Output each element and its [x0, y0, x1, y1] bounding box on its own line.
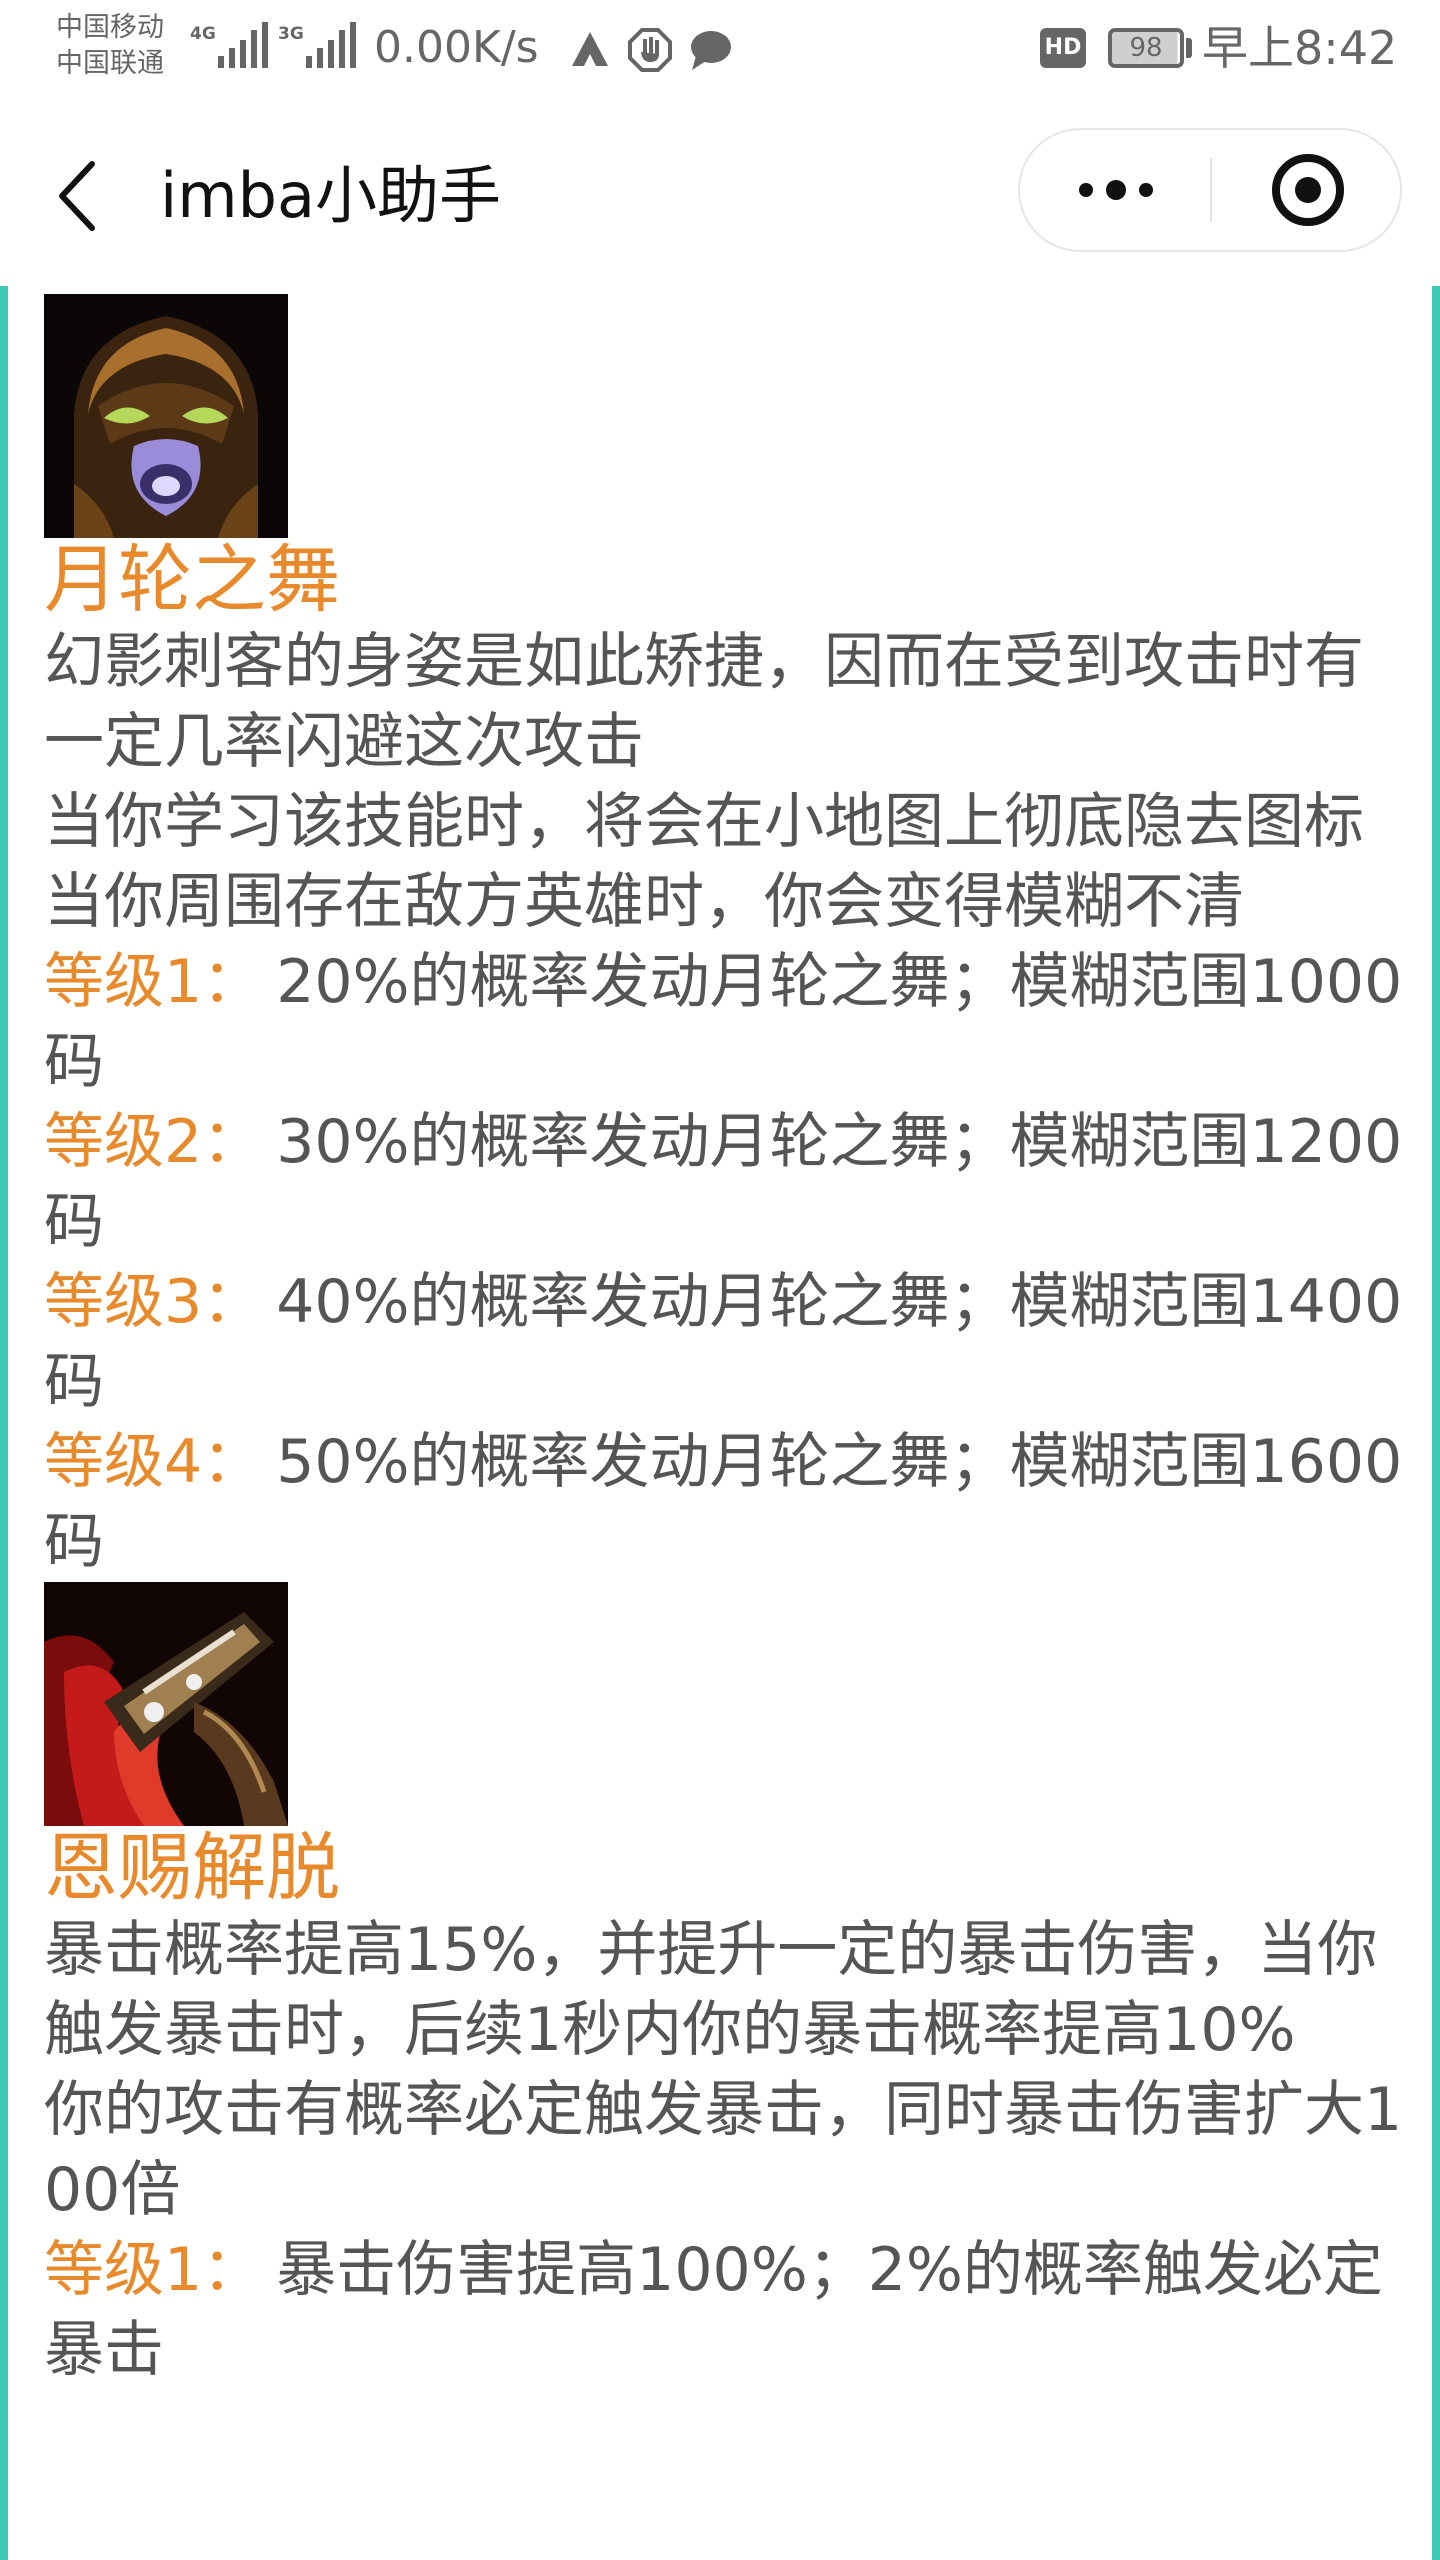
network-3g-label: 3G	[278, 24, 304, 44]
network-speed: 0.00K/s	[374, 22, 539, 73]
mini-program-capsule	[1018, 128, 1402, 252]
chat-bubble-icon	[691, 31, 731, 70]
signal-icon	[306, 22, 356, 68]
skill-name: 恩赐解脱	[44, 1825, 340, 1911]
carrier-names: 中国移动 中国联通	[56, 10, 164, 82]
level-label: 等级2：	[44, 1107, 263, 1177]
level-label: 等级1：	[44, 2235, 263, 2305]
skill-description-line: 幻影刺客的身姿是如此矫捷，因而在受到攻击时有一定几率闪避这次攻击	[44, 627, 1364, 777]
battery-icon: 98	[1108, 28, 1184, 68]
skill-level-row: 等级1： 暴击伤害提高100%；2%的概率触发必定暴击	[44, 2230, 1404, 2390]
level-label: 等级1：	[44, 947, 263, 1017]
hand-icon	[628, 28, 672, 72]
red-blade-icon	[44, 1582, 288, 1826]
carrier-2: 中国联通	[56, 48, 164, 79]
network-type-labels: 4G 3G	[190, 20, 304, 48]
carrier-1: 中国移动	[56, 12, 164, 43]
skill-level-row: 等级2： 30%的概率发动月轮之舞；模糊范围1200码	[44, 1102, 1404, 1262]
skill-item: 恩赐解脱 暴击概率提高15%，并提升一定的暴击伤害，当你触发暴击时，后续1秒内你…	[44, 1582, 1404, 2390]
nav-bar: imba小助手	[0, 100, 1440, 286]
arrow-up-icon	[572, 32, 608, 66]
content-area[interactable]: 月轮之舞 幻影刺客的身姿是如此矫捷，因而在受到攻击时有一定几率闪避这次攻击 当你…	[0, 286, 1440, 2560]
level-label: 等级3：	[44, 1267, 263, 1337]
more-dots-icon[interactable]	[1020, 130, 1210, 250]
masked-assassin-icon	[44, 294, 288, 538]
skill-list: 月轮之舞 幻影刺客的身姿是如此矫捷，因而在受到攻击时有一定几率闪避这次攻击 当你…	[44, 294, 1404, 2390]
skill-description-line: 当你周围存在敌方英雄时，你会变得模糊不清	[44, 867, 1244, 937]
hd-badge: HD	[1040, 28, 1086, 68]
target-close-icon[interactable]	[1212, 130, 1402, 250]
chevron-left-icon[interactable]	[52, 156, 102, 236]
skill-description-line: 当你学习该技能时，将会在小地图上彻底隐去图标	[44, 787, 1364, 857]
network-4g-label: 4G	[190, 24, 216, 44]
skill-description-line: 暴击概率提高15%，并提升一定的暴击伤害，当你触发暴击时，后续1秒内你的暴击概率…	[44, 1915, 1378, 2065]
level-label: 等级4：	[44, 1427, 263, 1497]
page-title: imba小助手	[160, 159, 501, 232]
right-accent-rail	[1432, 286, 1440, 2560]
skill-description-line: 你的攻击有概率必定触发暴击，同时暴击伤害扩大100倍	[44, 2075, 1403, 2225]
signal-icon	[218, 22, 268, 68]
skill-level-row: 等级1： 20%的概率发动月轮之舞；模糊范围1000码	[44, 942, 1404, 1102]
battery-tip	[1186, 38, 1192, 58]
clock: 早上8:42	[1202, 21, 1398, 75]
status-bar: 中国移动 中国联通 4G 3G 0.00K/s HD 98 早上8:42	[0, 0, 1440, 100]
left-accent-rail	[0, 286, 8, 2560]
skill-item: 月轮之舞 幻影刺客的身姿是如此矫捷，因而在受到攻击时有一定几率闪避这次攻击 当你…	[44, 294, 1404, 1582]
skill-level-row: 等级3： 40%的概率发动月轮之舞；模糊范围1400码	[44, 1262, 1404, 1422]
battery-level: 98	[1129, 33, 1163, 63]
skill-level-row: 等级4： 50%的概率发动月轮之舞；模糊范围1600码	[44, 1422, 1404, 1582]
skill-name: 月轮之舞	[44, 537, 340, 623]
